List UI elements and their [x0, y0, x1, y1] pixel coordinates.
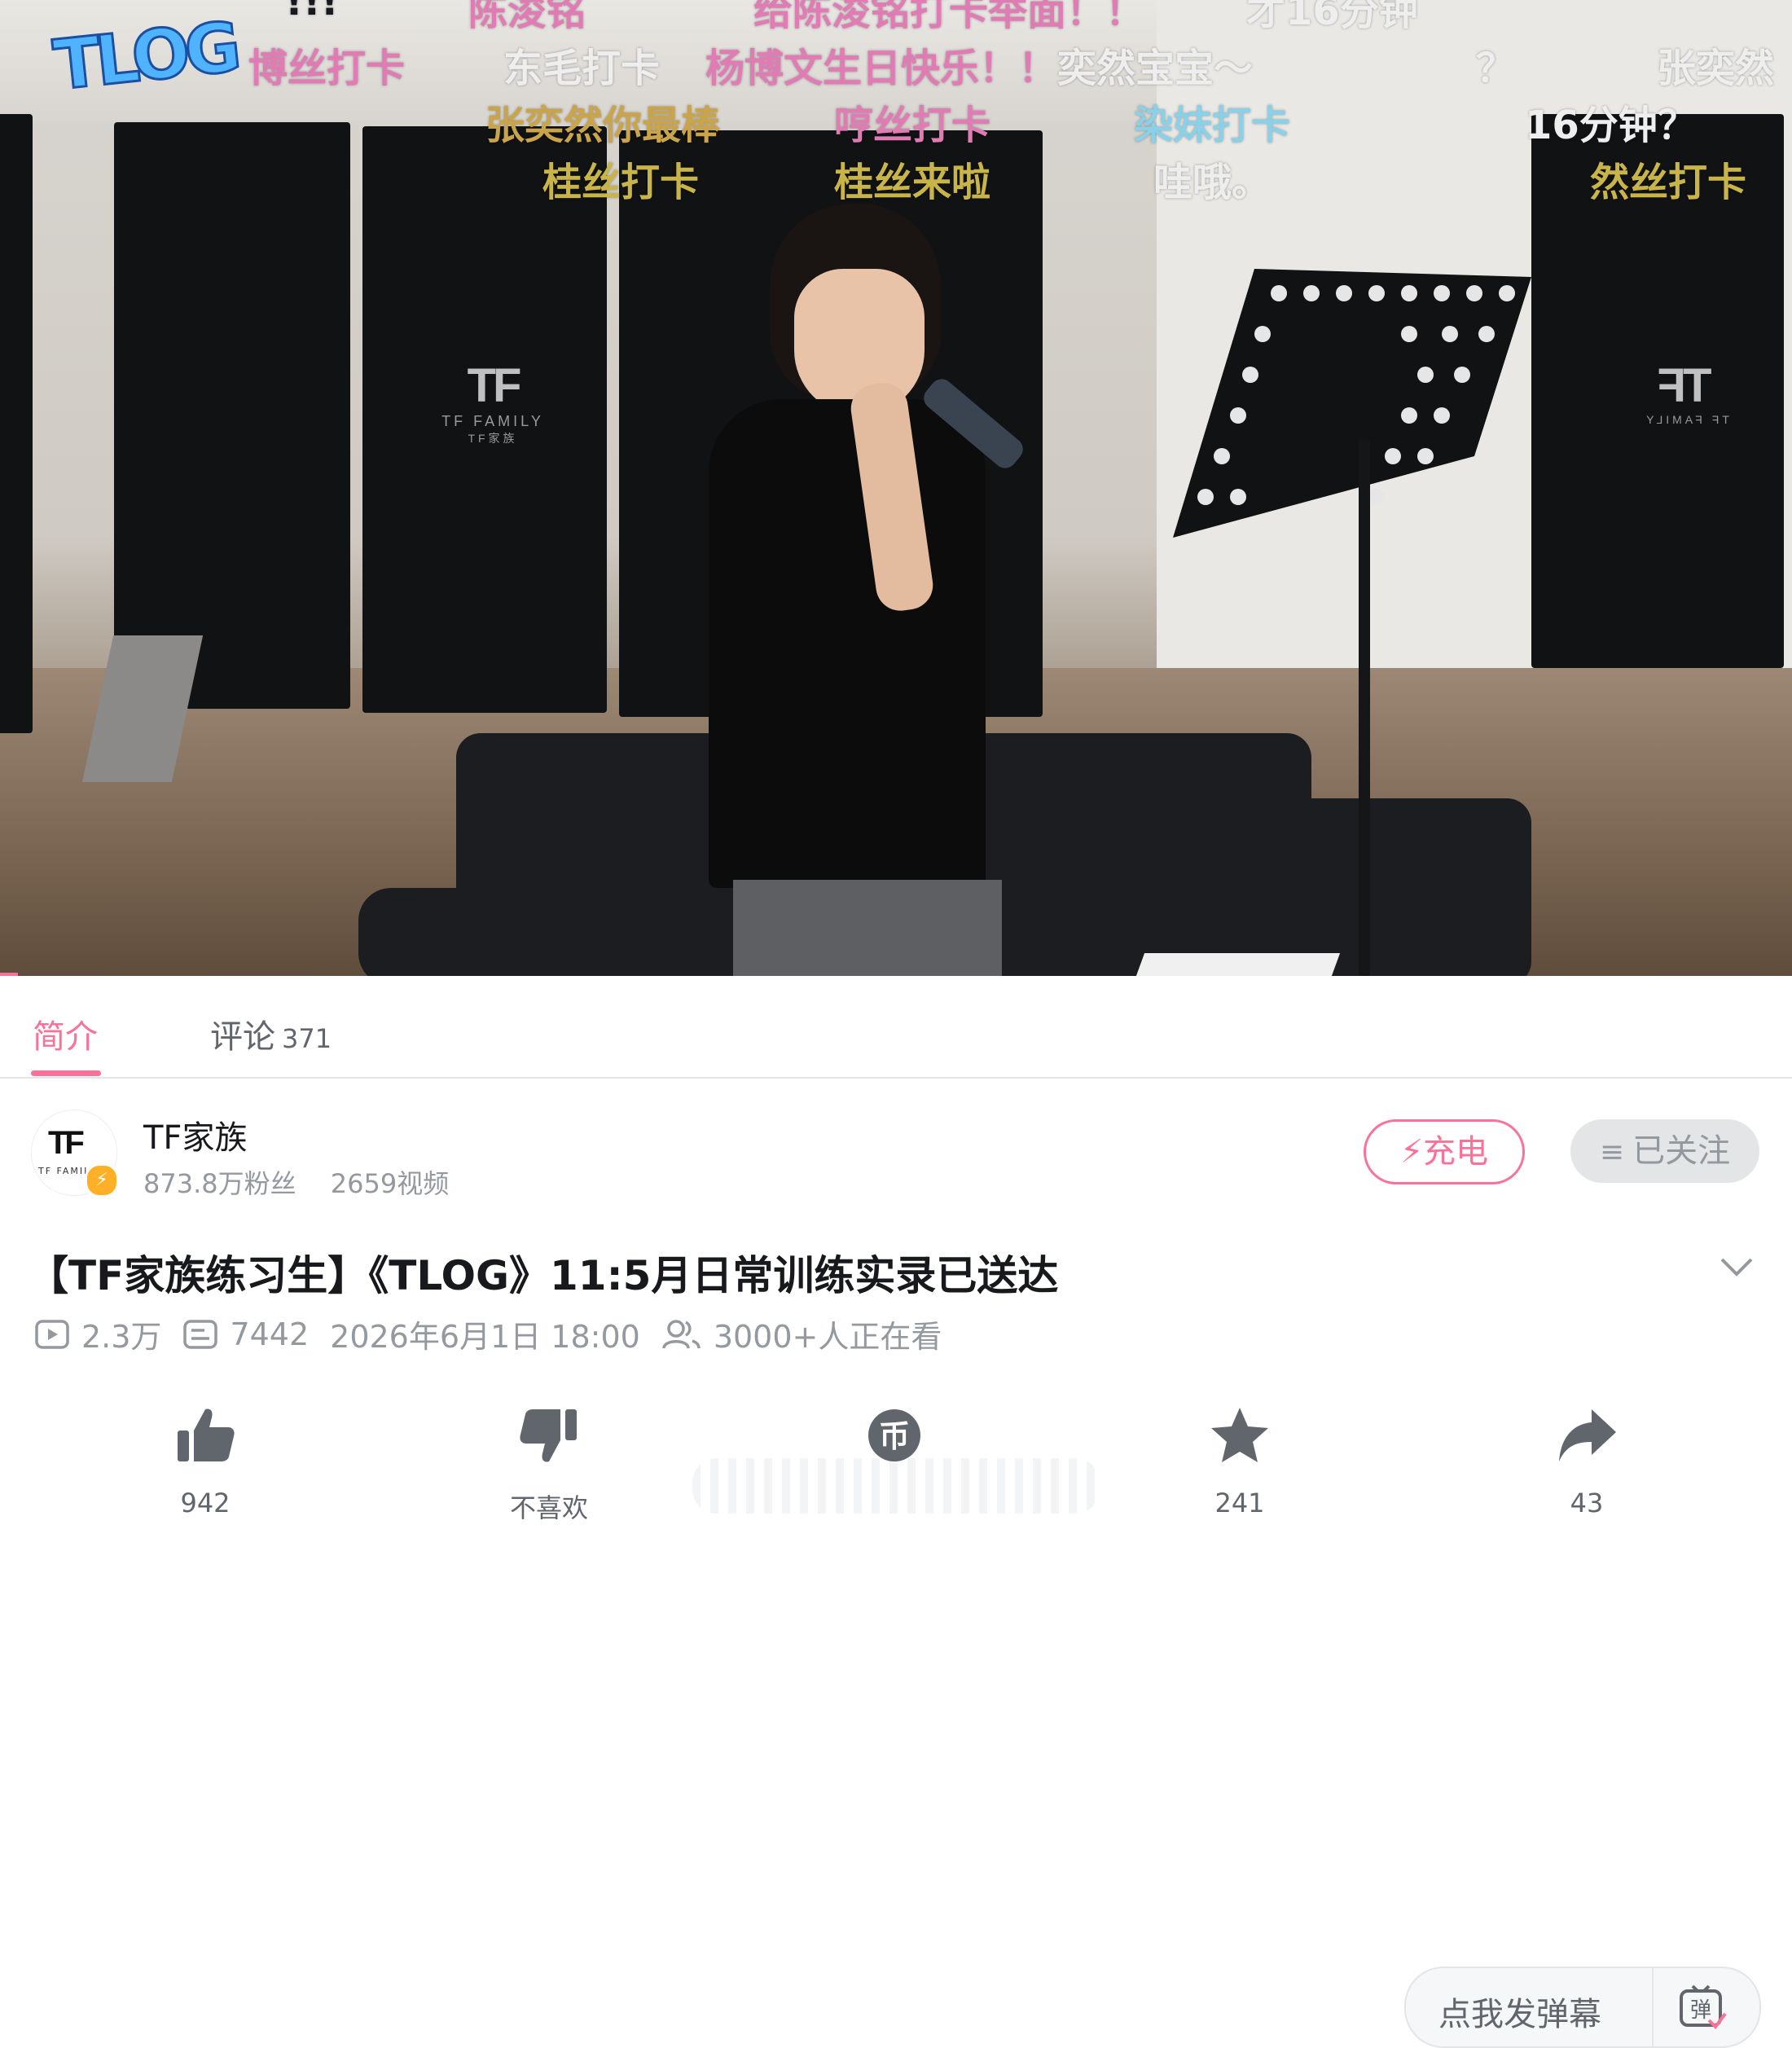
danmaku-item: 博丝打卡	[248, 46, 406, 91]
uploader-stats: 873.8万粉丝 2659视频	[143, 1163, 475, 1201]
charge-button[interactable]: ⚡充电	[1364, 1119, 1525, 1184]
tab-comments[interactable]: 评论 371	[210, 1010, 332, 1057]
share-button[interactable]: 43	[1505, 1403, 1668, 1518]
uploader-videos: 2659视频	[330, 1168, 450, 1199]
danmaku-item: 张奕然	[1657, 46, 1775, 91]
thumbs-up-icon	[178, 1409, 235, 1461]
divider	[1652, 1968, 1654, 2046]
danmaku-item: 张奕然你最棒	[485, 103, 721, 148]
danmaku-item: 然丝打卡	[1590, 160, 1747, 205]
watching-people-icon	[662, 1319, 701, 1349]
danmaku-input-placeholder: 点我发弹幕	[1438, 1996, 1601, 2033]
danmaku-toggle-icon[interactable]: 弹	[1678, 1983, 1727, 2032]
dislike-button[interactable]: 不喜欢	[468, 1403, 630, 1525]
video-title: 【TF家族练习生】《TLOG》11:5月日常训练实录已送达	[28, 1252, 1059, 1299]
danmaku-item: ？	[1476, 46, 1516, 91]
uploader-name[interactable]: TF家族	[143, 1111, 247, 1158]
danmaku-item: 16分钟？	[1525, 103, 1697, 148]
verified-lightning-icon: ⚡	[85, 1163, 119, 1198]
video-progress-bar[interactable]	[0, 973, 18, 976]
like-count: 942	[180, 1488, 231, 1518]
tab-intro[interactable]: 简介	[33, 1010, 98, 1057]
music-stand	[1173, 269, 1531, 538]
dislike-label: 不喜欢	[509, 1492, 588, 1523]
svg-text:币: 币	[879, 1418, 910, 1454]
paper-sheets	[1135, 953, 1341, 976]
favorite-count: 241	[1214, 1488, 1265, 1518]
watching-now: 3000+人正在看	[713, 1319, 942, 1355]
danmaku-item: 东毛打卡	[503, 46, 661, 91]
share-arrow-icon	[1559, 1409, 1616, 1461]
chevron-down-icon[interactable]	[1719, 1253, 1755, 1281]
danmaku-item: 陈浚铭	[468, 0, 586, 34]
wall-logo: TF TF FAMILY TF家族	[441, 359, 544, 445]
follow-button[interactable]: ≡ 已关注	[1570, 1119, 1759, 1183]
tab-active-indicator	[31, 1070, 101, 1076]
window-blind	[114, 122, 350, 709]
wall-logo-mirror: TF TF FAMILY	[1643, 359, 1729, 426]
danmaku-item: 给陈浚铭打卡举面！！	[753, 0, 1145, 34]
stand-pole	[1359, 440, 1370, 976]
share-count: 43	[1570, 1488, 1604, 1518]
tab-bar: 简介 评论 371 点我发弹幕 弹	[0, 978, 1792, 2048]
svg-text:弹: 弹	[1690, 1998, 1711, 2023]
play-count-icon	[35, 1319, 69, 1349]
view-count: 2.3万	[81, 1319, 162, 1355]
uploader-fans: 873.8万粉丝	[143, 1168, 296, 1199]
menu-lines-icon: ≡	[1599, 1136, 1625, 1169]
star-icon	[1211, 1408, 1268, 1462]
tab-comments-label: 评论	[210, 1018, 275, 1056]
publish-date: 2026年6月1日 18:00	[330, 1319, 640, 1355]
danmaku-item: 桂丝来啦	[834, 160, 991, 205]
danmaku-item: 杨博文生日快乐！！	[705, 46, 1058, 91]
danmaku-count: 7442	[230, 1316, 310, 1352]
comments-count: 371	[282, 1023, 332, 1054]
person-jeans	[733, 880, 1002, 976]
video-meta: 2.3万 7442 2026年6月1日 18:00 3000+人正在看	[34, 1312, 963, 1356]
danmaku-item: 染妹打卡	[1134, 103, 1291, 148]
person-shirt	[709, 399, 986, 888]
video-player[interactable]: TF TF FAMILY TF家族 TF TF FAMILY !!! 陈浚铭 给…	[0, 0, 1792, 976]
danmaku-input[interactable]: 点我发弹幕 弹	[1404, 1967, 1761, 2048]
favorite-button[interactable]: 241	[1158, 1403, 1321, 1518]
like-button[interactable]: 942	[124, 1403, 287, 1518]
sofa-arm	[1271, 798, 1531, 976]
danmaku-item: 才16分钟	[1246, 0, 1418, 34]
lightning-icon: ⚡	[1399, 1133, 1424, 1171]
charge-label: 充电	[1423, 1133, 1489, 1171]
danmaku-count-icon	[183, 1319, 218, 1349]
danmaku-item: !!!	[285, 0, 339, 24]
danmaku-item: 哼丝打卡	[834, 103, 991, 148]
danmaku-item: 桂丝打卡	[542, 160, 700, 205]
danmaku-item: 哇哦。	[1153, 160, 1272, 205]
danmaku-item: 奕然宝宝～	[1057, 46, 1254, 91]
coin-button[interactable]: 币	[813, 1403, 976, 1488]
window-blind	[0, 114, 33, 733]
coin-icon: 币	[868, 1409, 920, 1461]
follow-label: 已关注	[1632, 1132, 1731, 1170]
thumbs-down-icon	[520, 1409, 577, 1462]
